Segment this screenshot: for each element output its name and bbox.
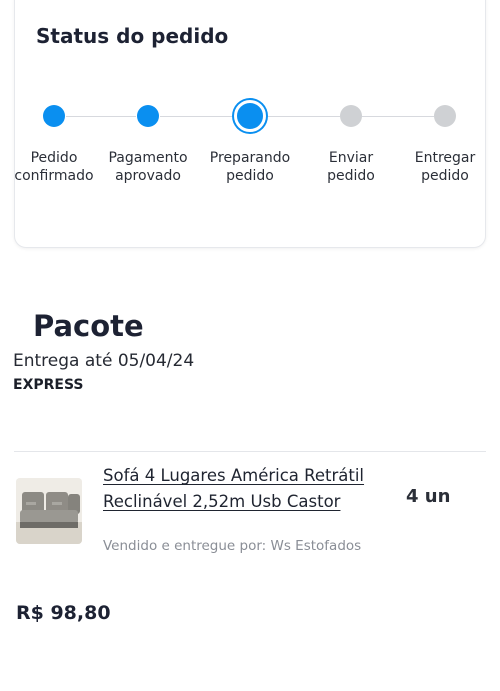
product-quantity: 4 un (406, 486, 451, 507)
step-dot-pedido-confirmado (43, 105, 65, 127)
progress-line (66, 116, 136, 117)
step-dot-entregar-pedido (434, 105, 456, 127)
step-dot-preparando-pedido (234, 100, 266, 132)
progress-line (160, 116, 232, 117)
delivery-date: Entrega até 05/04/24 (13, 351, 195, 371)
progress-line (268, 116, 340, 117)
sofa-image-icon[interactable] (16, 478, 82, 544)
sofa-illustration (16, 478, 82, 544)
step-label-preparando-pedido: Preparando pedido (209, 150, 291, 184)
seller-info: Vendido e entregue por: Ws Estofados (103, 538, 362, 554)
divider (14, 451, 486, 452)
delivery-type-badge: EXPRESS (13, 377, 84, 393)
step-label-entregar-pedido: Entregar pedido (414, 150, 476, 184)
product-price: R$ 98,80 (16, 602, 111, 624)
progress-line (362, 116, 434, 117)
step-label-pedido-confirmado: Pedido confirmado (14, 150, 94, 184)
order-progress-tracker: Pedido confirmado Pagamento aprovado Prepa… (0, 0, 500, 200)
package-title: Pacote (33, 309, 144, 343)
product-name-link[interactable]: Sofá 4 Lugares América Retrátil Reclináv… (103, 463, 393, 515)
step-dot-enviar-pedido (340, 105, 362, 127)
step-label-pagamento-aprovado: Pagamento aprovado (108, 150, 188, 184)
step-dot-pagamento-aprovado (137, 105, 159, 127)
step-label-enviar-pedido: Enviar pedido (327, 150, 375, 184)
